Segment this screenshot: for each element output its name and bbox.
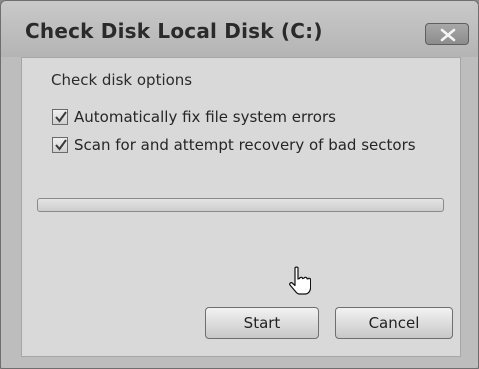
scan-bad-sectors-checkbox[interactable]: [52, 137, 68, 153]
scan-bad-sectors-label: Scan for and attempt recovery of bad sec…: [74, 136, 416, 154]
cancel-button[interactable]: Cancel: [335, 307, 453, 339]
hand-pointer-icon: [289, 266, 311, 295]
close-button[interactable]: [425, 23, 469, 45]
fix-errors-label: Automatically fix file system errors: [74, 108, 336, 126]
check-disk-options-label: Check disk options: [51, 71, 193, 89]
fix-errors-checkbox[interactable]: [52, 109, 68, 125]
title-bar: Check Disk Local Disk (C:): [1, 1, 478, 57]
options-panel: Check disk options Automatically fix fil…: [21, 57, 461, 357]
start-button[interactable]: Start: [205, 307, 319, 339]
close-icon: [440, 28, 456, 42]
window-title: Check Disk Local Disk (C:): [25, 19, 323, 43]
checkmark-icon: [55, 139, 67, 151]
checkmark-icon: [55, 111, 67, 123]
check-disk-dialog: Check Disk Local Disk (C:) Check disk op…: [0, 0, 479, 369]
progress-bar: [37, 198, 444, 212]
